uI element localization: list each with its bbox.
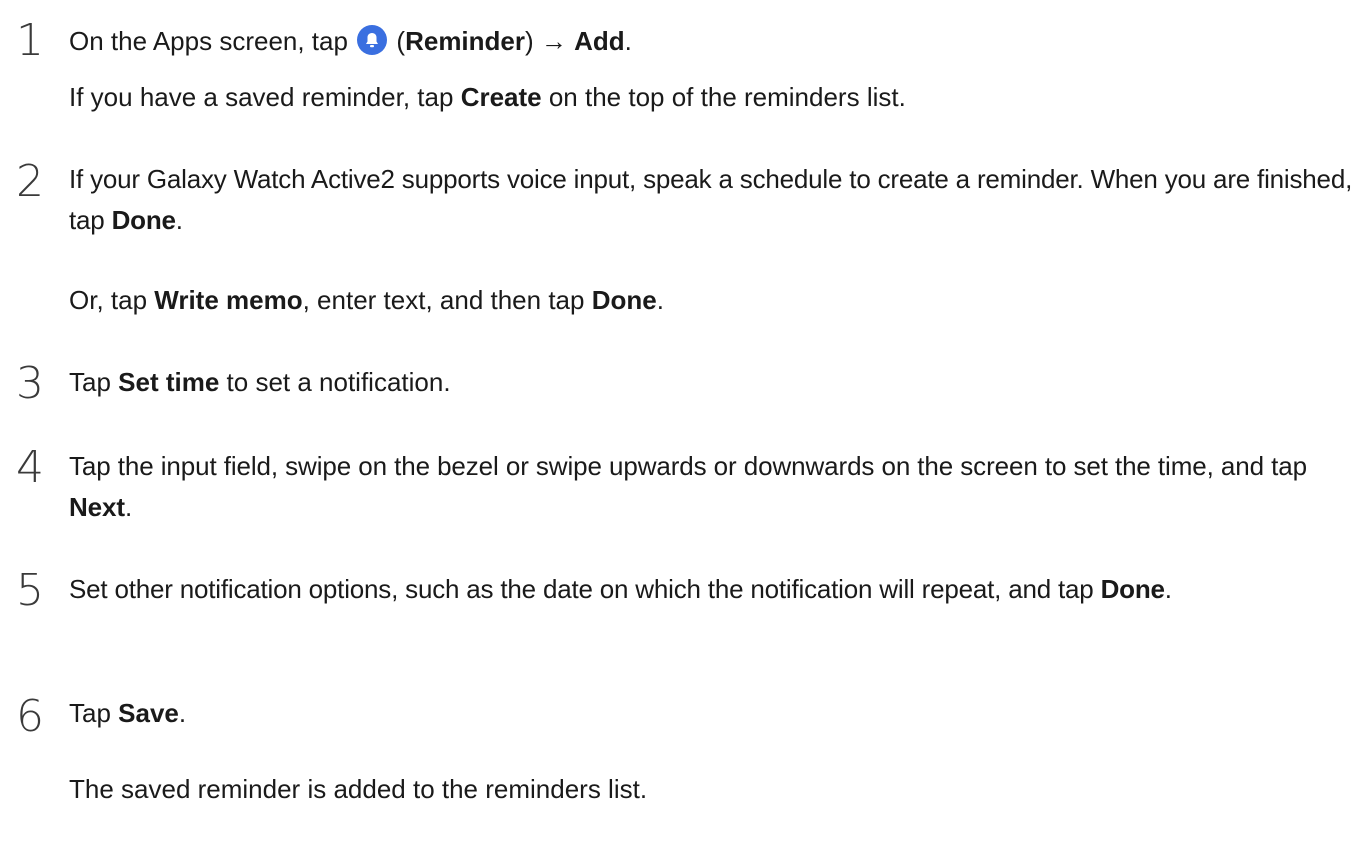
step-number: 4 bbox=[16, 442, 44, 493]
step-note: Or, tap Write memo, enter text, and then… bbox=[69, 285, 664, 315]
step-instruction: Tap the input field, swipe on the bezel … bbox=[69, 451, 1307, 522]
step-note: The saved reminder is added to the remin… bbox=[69, 774, 648, 804]
step-instruction: Set other notification options, such as … bbox=[69, 574, 1172, 604]
step-note: If you have a saved reminder, tap Create… bbox=[69, 82, 906, 112]
step-number: 5 bbox=[16, 565, 44, 616]
step-instruction: Tap Set time to set a notification. bbox=[69, 367, 451, 397]
step-instruction: On the Apps screen, tap (Reminder) → Add… bbox=[69, 25, 632, 56]
step-number: 3 bbox=[16, 358, 44, 409]
step-instruction: If your Galaxy Watch Active2 supports vo… bbox=[69, 164, 1353, 235]
reminder-bell-icon bbox=[357, 25, 388, 55]
step-number: 6 bbox=[16, 691, 44, 742]
step-instruction: Tap Save. bbox=[69, 698, 187, 728]
step-number: 1 bbox=[16, 15, 44, 66]
step-number: 2 bbox=[16, 156, 44, 207]
